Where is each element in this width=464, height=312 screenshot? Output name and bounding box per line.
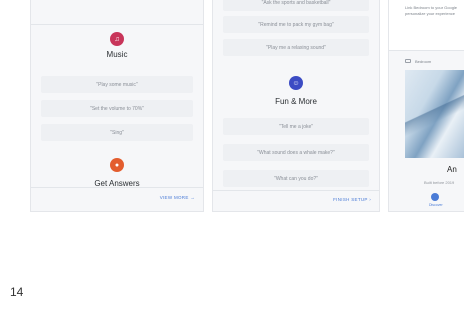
card-text: Link Bedroom to your Google [405, 5, 458, 10]
suggestion-chip[interactable]: "Remind me to pack my gym bag" [223, 16, 369, 33]
smiley-icon: ☺ [289, 76, 303, 90]
suggestion-chip[interactable]: "Set the volume to 70%" [41, 100, 193, 117]
answers-icon: ● [110, 158, 124, 172]
landscape-image[interactable] [405, 70, 464, 158]
suggestion-chip[interactable]: "Play me a relaxing sound" [223, 39, 369, 56]
nav-discover-label[interactable]: Discover [429, 203, 443, 207]
device-label: Bedroom [415, 59, 432, 64]
suggestion-chip[interactable]: "Sing" [41, 124, 193, 141]
view-more-link[interactable]: VIEW MORE → [160, 195, 195, 200]
footer-divider [31, 187, 203, 188]
suggestion-chip[interactable]: "What sound does a whale make?" [223, 144, 369, 161]
suggestion-chip[interactable]: "Play some music" [41, 76, 193, 93]
suggestion-chip[interactable]: "Ask the sports and basketball" [223, 0, 369, 11]
music-note-icon: ♫ [110, 32, 124, 46]
finish-setup-link[interactable]: FINISH SETUP › [333, 197, 371, 202]
page-number: 14 [10, 285, 24, 299]
card-text: personalize your experience [405, 11, 456, 16]
image-subcaption: Built before 2019 [424, 180, 455, 185]
footer-divider [213, 190, 379, 191]
screenshot-panel-music: ♫ Music "Play some music" "Set the volum… [30, 0, 204, 212]
header-divider [31, 24, 203, 25]
image-caption: An [447, 165, 457, 174]
screenshot-panel-fun: "Ask the sports and basketball" "Remind … [212, 0, 380, 212]
category-title-fun: Fun & More [275, 97, 317, 106]
suggestion-chip[interactable]: "Tell me a joke" [223, 118, 369, 135]
category-title-answers: Get Answers [94, 179, 140, 186]
link-account-card[interactable]: Link Bedroom to your Google personalize … [389, 0, 464, 51]
suggestion-chip[interactable]: "What can you do?" [223, 170, 369, 187]
compass-icon[interactable] [431, 193, 439, 201]
screenshot-panel-discover: Link Bedroom to your Google personalize … [388, 0, 464, 212]
device-icon [405, 59, 411, 63]
category-title-music: Music [106, 50, 128, 59]
